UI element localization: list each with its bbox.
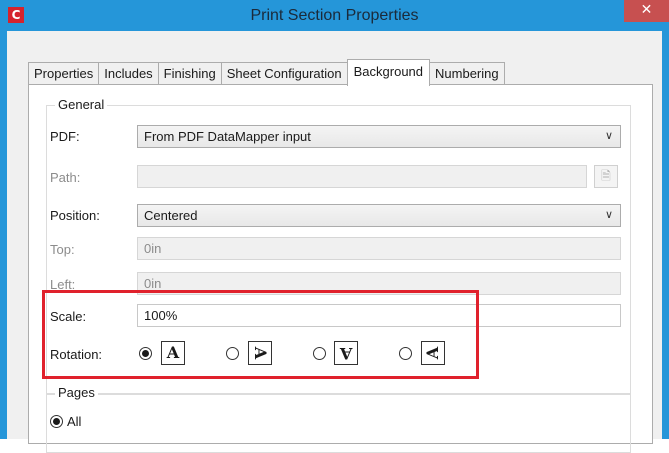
path-label: Path:: [50, 170, 81, 185]
position-label: Position:: [50, 208, 100, 223]
chevron-down-icon: ∨: [604, 130, 613, 142]
tab-includes[interactable]: Includes: [98, 62, 159, 85]
pdf-label: PDF:: [50, 129, 80, 144]
chevron-down-icon: ∨: [604, 209, 613, 221]
background-tab-panel: General PDF: From PDF DataMapper input ∨…: [28, 84, 653, 453]
close-button[interactable]: ✕: [624, 0, 669, 22]
top-input[interactable]: 0in: [137, 237, 621, 260]
tab-strip: Properties Includes Finishing Sheet Conf…: [28, 59, 505, 86]
highlight-annotation: [42, 290, 479, 379]
pages-group-title: Pages: [55, 385, 98, 400]
pdf-select-value: From PDF DataMapper input: [144, 129, 311, 144]
pages-group: Pages: [46, 385, 631, 453]
path-input[interactable]: [137, 165, 587, 188]
title-bar[interactable]: C Print Section Properties ✕: [0, 0, 669, 31]
pdf-select[interactable]: From PDF DataMapper input ∨: [137, 125, 621, 148]
browse-button[interactable]: 🗎: [594, 165, 618, 188]
tab-finishing[interactable]: Finishing: [157, 62, 222, 85]
file-icon: 🗎: [601, 169, 611, 183]
pages-all-label: All: [67, 414, 82, 429]
window-title: Print Section Properties: [250, 7, 419, 24]
tab-numbering[interactable]: Numbering: [429, 62, 505, 85]
close-icon: ✕: [640, 2, 653, 18]
top-label: Top:: [50, 242, 75, 257]
position-select-value: Centered: [144, 208, 198, 223]
tab-properties[interactable]: Properties: [28, 62, 100, 85]
tab-background[interactable]: Background: [346, 59, 431, 86]
general-group-title: General: [55, 97, 108, 112]
position-select[interactable]: Centered ∨: [137, 204, 621, 227]
tab-sheet-configuration[interactable]: Sheet Configuration: [220, 62, 348, 85]
pages-all-radio[interactable]: [50, 415, 63, 428]
